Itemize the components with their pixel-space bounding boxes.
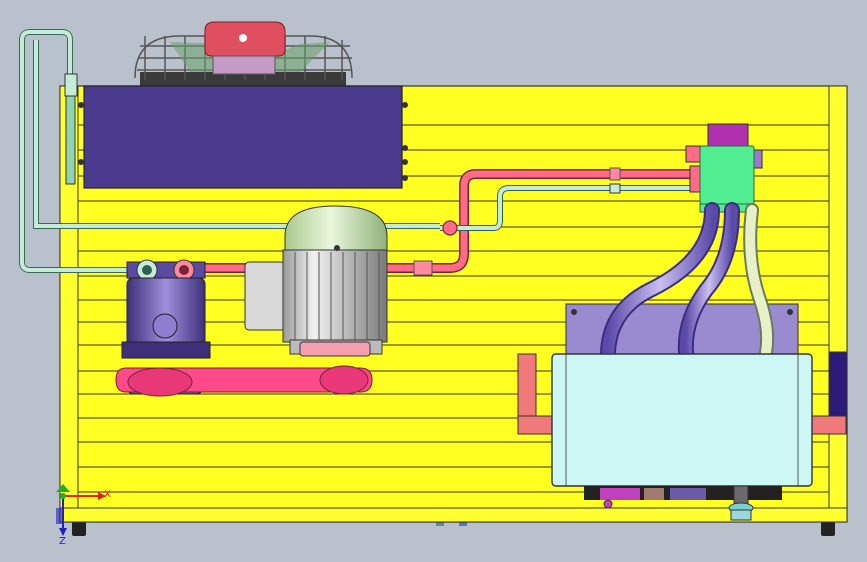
water-tank [551, 353, 813, 521]
axis-x-label: X [104, 489, 111, 500]
cad-view: X Z [0, 0, 867, 562]
axis-z-label: Z [59, 536, 66, 547]
condenser [78, 85, 408, 189]
drive-belt [115, 365, 373, 397]
